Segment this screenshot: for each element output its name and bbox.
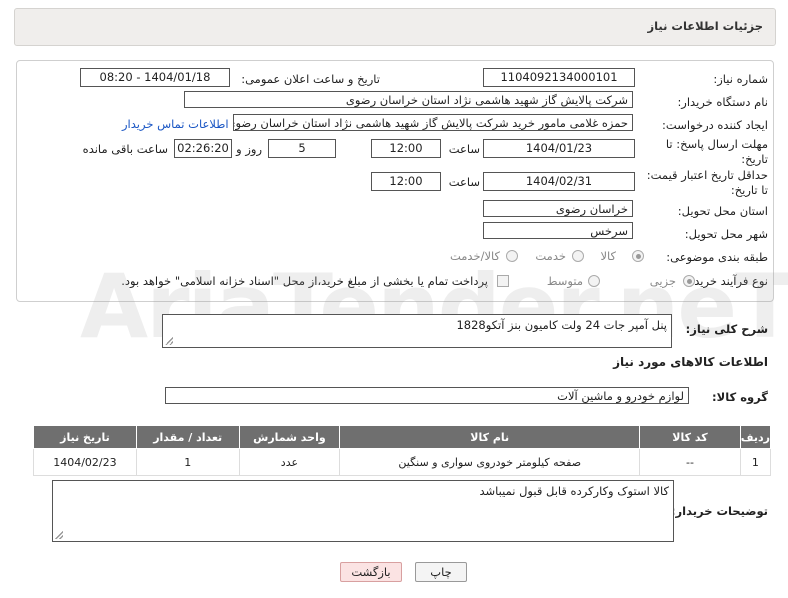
back-button[interactable]: بازگشت xyxy=(340,562,402,582)
treasury-payment-note: پرداخت تمام یا بخشی از مبلغ خرید،از محل … xyxy=(121,274,488,288)
buyer-notes-field[interactable]: کالا استوک وکارکرده قابل قبول نمیباشد xyxy=(52,480,674,542)
description-text: پنل آمپر جات 24 ولت کامیون بنز آتکو1828 xyxy=(456,318,667,332)
page-header: جزئیات اطلاعات نیاز xyxy=(14,8,776,46)
goods-section-title: اطلاعات کالاهای مورد نیاز xyxy=(613,355,768,369)
buyer-org-field[interactable]: شرکت پالایش گاز شهید هاشمی نژاد استان خر… xyxy=(184,91,633,108)
city-label: شهر محل تحویل: xyxy=(684,227,768,241)
cell-quantity: 1 xyxy=(135,448,240,476)
category-label: طبقه بندی موضوعی: xyxy=(666,250,768,264)
reply-date-field[interactable]: 1404/01/23 xyxy=(483,139,635,158)
goods-group-label: گروه کالا: xyxy=(712,390,768,404)
need-number-field[interactable]: 1104092134000101 xyxy=(483,68,635,87)
announce-label: تاریخ و ساعت اعلان عمومی: xyxy=(241,72,380,86)
category-both-radio[interactable] xyxy=(506,250,518,262)
category-service-radio[interactable] xyxy=(572,250,584,262)
description-field[interactable]: پنل آمپر جات 24 ولت کامیون بنز آتکو1828 xyxy=(162,314,672,348)
cell-unit: عدد xyxy=(238,448,341,476)
resize-grip-icon[interactable] xyxy=(55,531,63,539)
province-field[interactable]: خراسان رضوی xyxy=(483,200,633,217)
buyer-notes-text: کالا استوک وکارکرده قابل قبول نمیباشد xyxy=(479,484,669,498)
col-row: ردیف xyxy=(739,425,772,449)
print-button[interactable]: چاپ xyxy=(415,562,467,582)
resize-grip-icon[interactable] xyxy=(165,337,173,345)
category-goods-radio[interactable] xyxy=(632,250,644,262)
cell-name: صفحه کیلومتر خودروی سواری و سنگین xyxy=(339,448,641,476)
price-time-field[interactable]: 12:00 xyxy=(371,172,441,191)
reply-deadline-label: مهلت ارسال پاسخ: تا تاریخ: xyxy=(665,137,768,166)
cell-row: 1 xyxy=(739,448,772,476)
buyer-notes-label: توضیحات خریدار: xyxy=(670,504,768,518)
process-partial-label: جزیی xyxy=(649,274,676,288)
goods-table: ردیف کد کالا نام کالا واحد شمارش تعداد /… xyxy=(33,425,772,476)
col-code: کد کالا xyxy=(639,425,741,449)
requester-field[interactable]: حمزه غلامی مامور خرید شرکت پالایش گاز شه… xyxy=(233,114,633,131)
process-label: نوع فرآیند خرید : xyxy=(686,274,768,288)
col-need-date: تاریخ نیاز xyxy=(33,425,137,449)
reply-time-field[interactable]: 12:00 xyxy=(371,139,441,158)
need-number-label: شماره نیاز: xyxy=(713,72,768,86)
province-label: استان محل تحویل: xyxy=(677,204,768,218)
requester-label: ایجاد کننده درخواست: xyxy=(662,118,768,132)
price-validity-label: حداقل تاریخ اعتبار قیمت: تا تاریخ: xyxy=(646,168,768,197)
category-goods-label: کالا xyxy=(600,249,616,263)
treasury-payment-checkbox[interactable] xyxy=(497,275,509,287)
category-both-label: کالا/خدمت xyxy=(449,249,500,263)
contact-buyer-link[interactable]: اطلاعات تماس خریدار xyxy=(122,117,229,131)
process-medium-label: متوسط xyxy=(546,274,583,288)
cell-code: -- xyxy=(639,448,741,476)
goods-table-header: ردیف کد کالا نام کالا واحد شمارش تعداد /… xyxy=(33,425,772,449)
remaining-time-field[interactable]: 02:26:20 xyxy=(174,139,232,158)
goods-group-field[interactable]: لوازم خودرو و ماشین آلات xyxy=(165,387,689,404)
days-label: روز و xyxy=(236,142,262,156)
days-field[interactable]: 5 xyxy=(268,139,336,158)
reply-time-label: ساعت xyxy=(448,142,480,156)
page-title: جزئیات اطلاعات نیاز xyxy=(647,19,763,33)
price-date-field[interactable]: 1404/02/31 xyxy=(483,172,635,191)
process-partial-radio[interactable] xyxy=(683,275,695,287)
category-service-label: خدمت xyxy=(535,249,566,263)
remaining-label: ساعت باقی مانده xyxy=(82,142,168,156)
table-row: 1 -- صفحه کیلومتر خودروی سواری و سنگین ع… xyxy=(33,448,772,476)
buyer-org-label: نام دستگاه خریدار: xyxy=(677,95,768,109)
col-name: نام کالا xyxy=(339,425,641,449)
col-unit: واحد شمارش xyxy=(238,425,341,449)
col-quantity: تعداد / مقدار xyxy=(135,425,240,449)
city-field[interactable]: سرخس xyxy=(483,222,633,239)
price-time-label: ساعت xyxy=(448,175,480,189)
description-label: شرح کلی نیاز: xyxy=(685,322,768,336)
announce-field[interactable]: 1404/01/18 - 08:20 xyxy=(80,68,230,87)
cell-need-date: 1404/02/23 xyxy=(33,448,137,476)
process-medium-radio[interactable] xyxy=(588,275,600,287)
